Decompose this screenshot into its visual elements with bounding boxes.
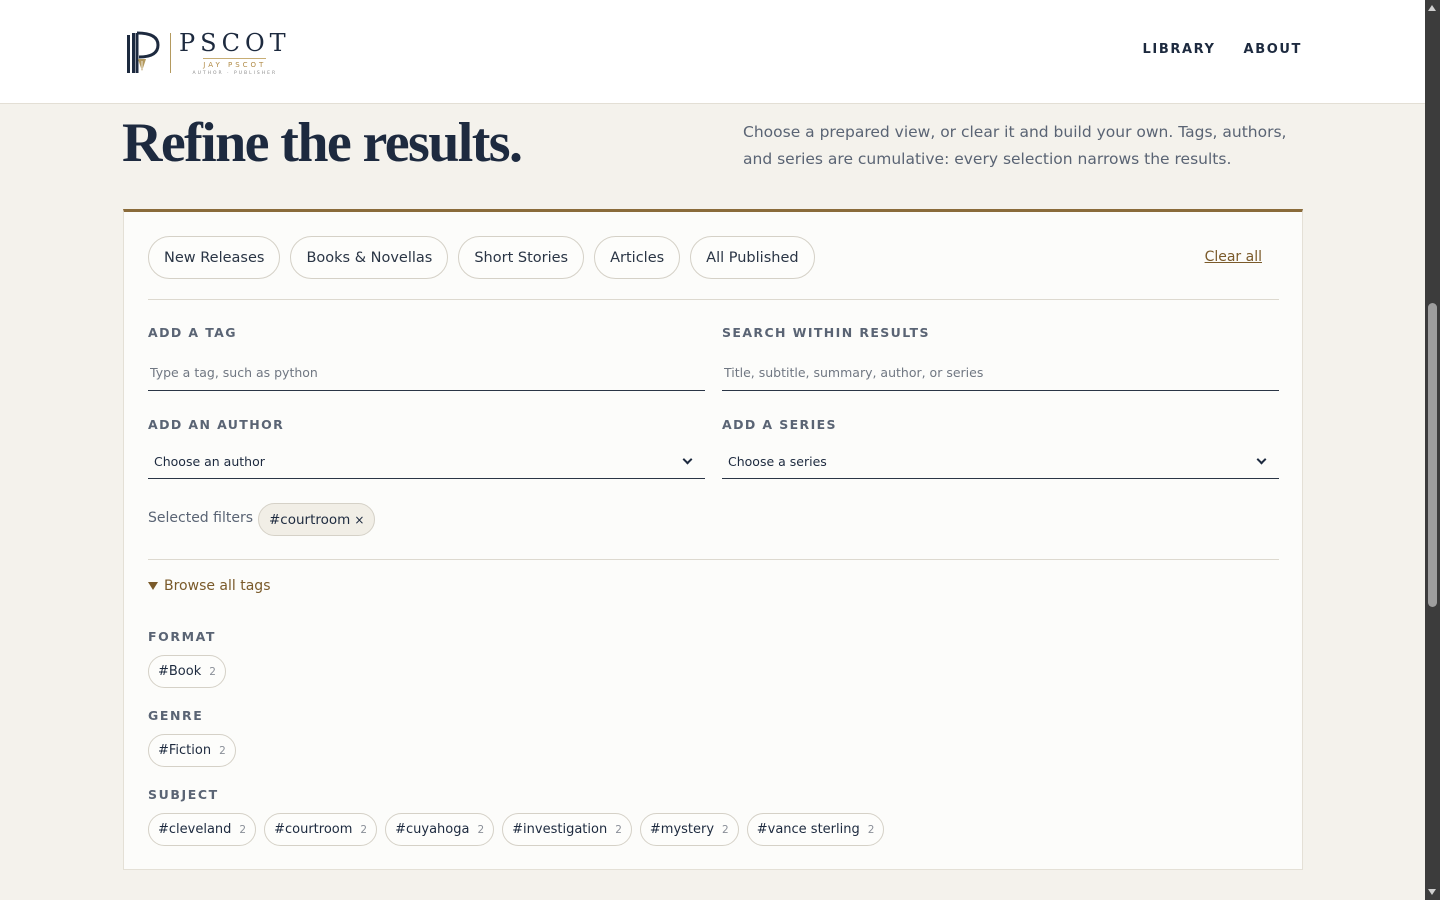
tag-chip[interactable]: #investigation 2 (502, 813, 632, 846)
tag-count: 2 (360, 823, 368, 836)
preset-views: New Releases Books & Novellas Short Stor… (148, 236, 815, 279)
tag-group-subject-label: SUBJECT (148, 787, 219, 802)
series-select-value: Choose a series (728, 454, 827, 469)
disclosure-triangle-icon (148, 582, 158, 590)
tag-chip[interactable]: #Fiction 2 (148, 734, 236, 767)
pen-monogram-icon (124, 29, 164, 77)
chevron-down-icon (1256, 454, 1267, 465)
nav-about-link[interactable]: ABOUT (1244, 42, 1302, 57)
tag-input[interactable] (148, 355, 705, 391)
nav-library-link[interactable]: LIBRARY (1143, 42, 1216, 57)
series-field-label: ADD A SERIES (722, 417, 837, 432)
tag-chip[interactable]: #cleveland 2 (148, 813, 257, 846)
brand-tagline: JAY PSCOT (203, 57, 267, 70)
remove-filter-icon[interactable]: × (354, 513, 364, 527)
chevron-down-icon (682, 454, 693, 465)
tag-chip[interactable]: #mystery 2 (639, 813, 739, 846)
tag-chip[interactable]: #courtroom 2 (264, 813, 378, 846)
tag-count: 2 (239, 823, 247, 836)
tag-chip[interactable]: #cuyahoga 2 (385, 813, 495, 846)
main-nav: LIBRARY ABOUT (1143, 42, 1302, 57)
tag-chip[interactable]: #vance sterling 2 (746, 813, 885, 846)
series-select[interactable]: Choose a series (722, 445, 1279, 479)
author-select-value: Choose an author (154, 454, 265, 469)
author-field-label: ADD AN AUTHOR (148, 417, 285, 432)
tag-group-genre-label: GENRE (148, 708, 204, 723)
tag-count: 2 (477, 823, 485, 836)
tag-name: #cuyahoga (395, 822, 470, 837)
tag-field-label: ADD A TAG (148, 325, 237, 340)
logo-divider (170, 33, 171, 73)
tag-group-genre: #Fiction 2 (148, 734, 236, 767)
tag-name: #courtroom (274, 822, 353, 837)
tag-count: 2 (867, 823, 875, 836)
preset-short-stories-button[interactable]: Short Stories (458, 236, 585, 279)
divider (148, 299, 1279, 300)
preset-all-published-button[interactable]: All Published (690, 236, 815, 279)
brand-subtagline: AUTHOR · PUBLISHER (192, 70, 278, 76)
browse-tags-toggle[interactable]: Browse all tags (148, 578, 270, 594)
tag-group-format: #Book 2 (148, 655, 226, 688)
tag-name: #Book (158, 664, 202, 679)
site-logo[interactable]: PSCOT JAY PSCOT AUTHOR · PUBLISHER (124, 28, 294, 78)
preset-new-releases-button[interactable]: New Releases (148, 236, 281, 279)
browse-tags-label: Browse all tags (164, 578, 271, 594)
logo-text: PSCOT JAY PSCOT AUTHOR · PUBLISHER (179, 30, 291, 77)
filter-panel: New Releases Books & Novellas Short Stor… (123, 209, 1303, 870)
tag-group-subject: #cleveland 2 #courtroom 2 #cuyahoga 2 #i… (148, 813, 885, 846)
tag-chip[interactable]: #Book 2 (148, 655, 226, 688)
tag-name: #Fiction (158, 743, 212, 758)
scroll-up-arrow-icon[interactable] (1428, 5, 1436, 11)
clear-all-link[interactable]: Clear all (1205, 249, 1262, 265)
tag-count: 2 (615, 823, 622, 836)
search-field-label: SEARCH WITHIN RESULTS (722, 325, 930, 340)
scroll-down-arrow-icon[interactable] (1428, 889, 1436, 895)
tag-count: 2 (219, 744, 226, 757)
tag-name: #investigation (512, 822, 608, 837)
tag-group-format-label: FORMAT (148, 629, 217, 644)
selected-filters-label: Selected filters (148, 510, 253, 526)
page-scrollbar[interactable] (1425, 0, 1440, 900)
page-intro: Choose a prepared view, or clear it and … (743, 123, 1287, 168)
preset-books-novellas-button[interactable]: Books & Novellas (290, 236, 449, 279)
divider (148, 559, 1279, 560)
tag-name: #vance sterling (756, 822, 860, 837)
brand-name: PSCOT (179, 28, 291, 57)
selected-filter-name: #courtroom (269, 511, 351, 528)
search-input[interactable] (722, 355, 1279, 391)
tag-count: 2 (722, 823, 729, 836)
scroll-thumb[interactable] (1428, 303, 1437, 607)
author-select[interactable]: Choose an author (148, 445, 705, 479)
tag-name: #mystery (649, 822, 715, 837)
selected-filter-chip[interactable]: #courtroom × (258, 503, 376, 536)
preset-articles-button[interactable]: Articles (594, 236, 681, 279)
page-title: Refine the results. (122, 112, 523, 174)
site-header: PSCOT JAY PSCOT AUTHOR · PUBLISHER LIBRA… (0, 0, 1425, 104)
tag-name: #cleveland (158, 822, 232, 837)
tag-count: 2 (209, 665, 216, 678)
